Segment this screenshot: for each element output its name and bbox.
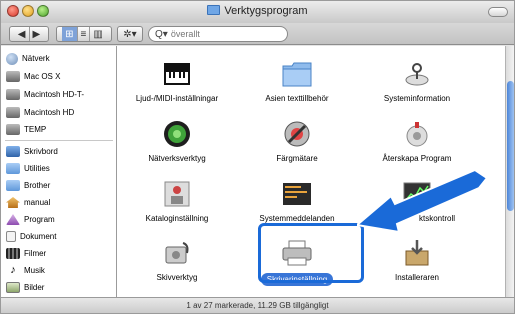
midi-keyboard-icon: [162, 60, 192, 88]
back-button[interactable]: ◀: [15, 27, 29, 41]
item-natverksverktyg[interactable]: Nätverksverktyg: [117, 120, 237, 163]
item-skivverktyg[interactable]: Skivverktyg: [117, 239, 237, 282]
system-profiler-icon: [402, 60, 432, 88]
folder-icon: [207, 5, 221, 15]
forward-button[interactable]: ▶: [28, 27, 44, 41]
sidebar-item-program[interactable]: Program: [6, 212, 55, 227]
search-icon: Q▾: [155, 28, 168, 40]
console-icon: [282, 180, 312, 208]
sidebar-item-bilder[interactable]: Bilder: [6, 280, 44, 295]
sidebar-item-temp[interactable]: TEMP: [6, 122, 46, 137]
network-globe-icon: [6, 52, 18, 65]
movies-icon: [6, 248, 20, 259]
colorsync-meter-icon: [282, 120, 312, 148]
item-installeraren[interactable]: Installeraren: [357, 239, 477, 282]
folder-icon: [282, 60, 312, 88]
search-input[interactable]: Q▾ överallt: [148, 26, 288, 42]
sidebar-item-brother[interactable]: Brother: [6, 178, 50, 193]
sidebar-item-filmer[interactable]: Filmer: [6, 246, 46, 261]
list-view-button[interactable]: ≡: [76, 27, 90, 41]
column-view-button[interactable]: ▥: [89, 27, 105, 41]
sidebar-item-dokument[interactable]: Dokument: [6, 229, 56, 244]
item-aterskapa-program[interactable]: Återskapa Program: [357, 120, 477, 163]
icon-view-button[interactable]: ⊞: [62, 27, 77, 41]
pictures-icon: [6, 282, 20, 293]
hard-drive-icon: [6, 107, 20, 118]
folder-icon: [6, 163, 20, 174]
toolbar-toggle-button[interactable]: [488, 7, 508, 17]
pointer-arrow-icon: [357, 170, 489, 234]
window-title: Verktygsprogram: [1, 5, 514, 17]
restore-icon: [402, 120, 432, 148]
item-systemmeddelanden[interactable]: Systemmeddelanden: [237, 180, 357, 223]
hard-drive-icon: [6, 124, 20, 135]
toolbar: ◀ ▶ ⊞ ≡ ▥ ✲▾ Q▾ överallt: [1, 23, 514, 45]
view-buttons: ⊞ ≡ ▥: [56, 26, 112, 42]
item-asien-texttillbehor[interactable]: Asien texttillbehör: [237, 60, 357, 103]
sidebar-item-manual[interactable]: manual: [6, 195, 50, 210]
disk-utility-icon: [162, 239, 192, 267]
item-fargmatare[interactable]: Färgmätare: [237, 120, 357, 163]
search-placeholder: överallt: [170, 29, 200, 39]
sidebar-item-mac-os-x[interactable]: Mac OS X: [6, 69, 60, 84]
sidebar-divider: [5, 140, 113, 141]
item-kataloginstallning[interactable]: Kataloginställning: [117, 180, 237, 223]
home-icon: [6, 197, 20, 208]
scrollbar-thumb[interactable]: [507, 81, 514, 211]
sidebar-item-macintosh-hd-t[interactable]: Macintosh HD-T-: [6, 87, 84, 102]
sidebar-item-utilities[interactable]: Utilities: [6, 161, 50, 176]
directory-icon: [162, 180, 192, 208]
action-button[interactable]: ✲▾: [117, 26, 143, 42]
installer-icon: [402, 239, 432, 267]
hard-drive-icon: [6, 71, 20, 82]
sidebar-item-natverk[interactable]: Nätverk: [6, 51, 50, 66]
status-bar: 1 av 27 markerade, 11.29 GB tillgängligt: [1, 297, 514, 313]
highlight-box: [258, 223, 364, 283]
hard-drive-icon: [6, 89, 20, 100]
network-utility-icon: [162, 120, 192, 148]
vertical-scrollbar[interactable]: [505, 46, 514, 297]
applications-icon: [6, 214, 20, 225]
back-forward-buttons: ◀ ▶: [9, 26, 49, 42]
item-systeminformation[interactable]: Systeminformation: [357, 60, 477, 103]
desktop-icon: [6, 146, 20, 157]
documents-icon: [6, 231, 16, 242]
folder-icon: [6, 180, 20, 191]
title-bar[interactable]: Verktygsprogram: [1, 1, 514, 23]
sidebar: Nätverk Mac OS X Macintosh HD-T- Macinto…: [1, 46, 117, 297]
sidebar-item-macintosh-hd[interactable]: Macintosh HD: [6, 105, 74, 120]
item-ljud-midi[interactable]: Ljud-/MIDI-inställningar: [117, 60, 237, 103]
music-icon: ♪: [10, 264, 16, 276]
sidebar-item-skrivbord[interactable]: Skrivbord: [6, 144, 58, 159]
sidebar-item-musik[interactable]: ♪ Musik: [6, 263, 45, 278]
